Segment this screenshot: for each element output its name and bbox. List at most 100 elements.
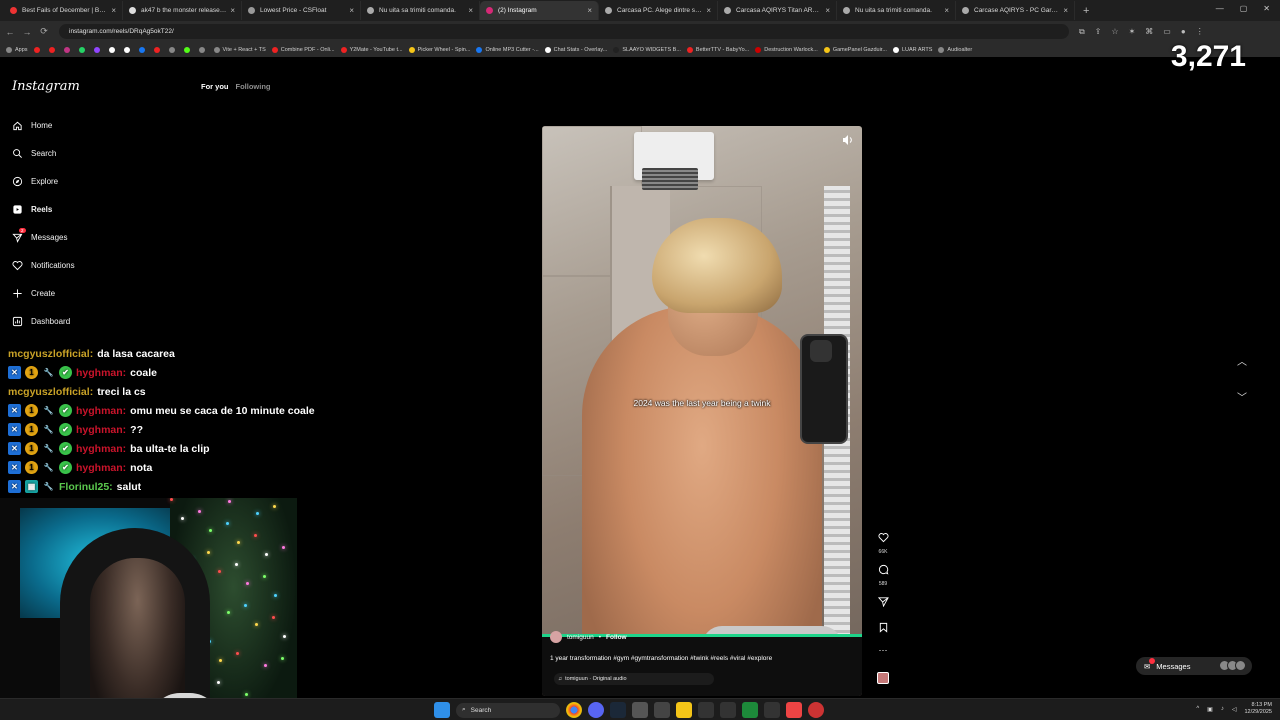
steam-icon[interactable] bbox=[610, 702, 626, 718]
author-avatar[interactable] bbox=[550, 631, 562, 643]
bookmark-item[interactable] bbox=[78, 46, 88, 53]
browser-tab[interactable]: Nu uita sa trimiti comanda. × bbox=[361, 1, 480, 20]
windows-start-icon[interactable] bbox=[434, 702, 450, 718]
install-icon[interactable]: ⧉ bbox=[1079, 27, 1085, 37]
close-icon[interactable]: × bbox=[468, 6, 473, 15]
back-icon[interactable]: ← bbox=[3, 27, 17, 37]
network-icon[interactable]: ▣ bbox=[1207, 706, 1213, 713]
share-icon[interactable]: ⇪ bbox=[1095, 27, 1102, 37]
close-icon[interactable]: × bbox=[230, 6, 235, 15]
menu-icon[interactable]: ⋮ bbox=[1196, 27, 1204, 37]
browser-tab[interactable]: Best Fails of December | Best o × bbox=[4, 1, 123, 20]
bookmark-item[interactable] bbox=[33, 46, 43, 53]
app-icon[interactable] bbox=[764, 702, 780, 718]
excel-icon[interactable] bbox=[742, 702, 758, 718]
bookmark-icon[interactable] bbox=[878, 622, 889, 633]
bookmark-item[interactable] bbox=[198, 46, 208, 53]
capcut-icon[interactable] bbox=[632, 702, 648, 718]
browser-tab[interactable]: ak47 b the monster release da × bbox=[123, 1, 242, 20]
chrome-icon[interactable] bbox=[566, 702, 582, 718]
browser-tab[interactable]: Lowest Price - CSFloat × bbox=[242, 1, 361, 20]
browser-tab[interactable]: Carcase AQIRYS - PC Garage × bbox=[956, 1, 1075, 20]
close-icon[interactable]: × bbox=[944, 6, 949, 15]
bookmark-item[interactable]: GamePanel Gazduir... bbox=[823, 46, 887, 53]
bookmark-item[interactable]: SLAAYO WIDGETS B... bbox=[613, 46, 681, 53]
share-action[interactable] bbox=[876, 594, 890, 612]
browser-tab[interactable]: Carcasa AQIRYS Titan ARGB W × bbox=[718, 1, 837, 20]
new-tab-icon[interactable]: + bbox=[1083, 5, 1089, 17]
bookmark-item[interactable] bbox=[48, 46, 58, 53]
reel-video[interactable]: 2024 was the last year being a twink tom… bbox=[542, 126, 862, 696]
send-icon[interactable] bbox=[877, 596, 889, 608]
bookmark-item[interactable]: Combine PDF - Onli... bbox=[271, 46, 335, 53]
bookmark-item[interactable]: Audioalter bbox=[938, 46, 972, 53]
chevron-up-icon[interactable]: ^ bbox=[1196, 706, 1199, 712]
author-name[interactable]: tomiguun bbox=[567, 634, 594, 641]
extension-icon[interactable]: ✶ bbox=[1129, 27, 1136, 37]
bookmark-item[interactable] bbox=[168, 46, 178, 53]
bookmark-item[interactable]: LUAR ARTS bbox=[892, 46, 932, 53]
url-field[interactable]: instagram.com/reels/DRqAg5okT22/ bbox=[59, 24, 1069, 39]
bookmark-item[interactable] bbox=[108, 46, 118, 53]
browser-tab[interactable]: Nu uita sa trimiti comanda. × bbox=[837, 1, 956, 20]
bookmark-item[interactable]: Picker Wheel - Spin... bbox=[408, 46, 470, 53]
reel-audio[interactable]: ♫ tomiguun · Original audio bbox=[554, 673, 714, 685]
mic-icon[interactable]: ♪ bbox=[1221, 706, 1224, 712]
follow-button[interactable]: Follow bbox=[606, 634, 627, 641]
reload-icon[interactable]: ⟳ bbox=[37, 26, 51, 37]
save-action[interactable] bbox=[876, 620, 890, 638]
bookmark-item[interactable] bbox=[93, 46, 103, 53]
bookmark-item[interactable]: Y2Mate - YouTube t... bbox=[340, 46, 403, 53]
bookmark-item[interactable] bbox=[63, 46, 73, 53]
maximize-icon[interactable]: ▢ bbox=[1240, 4, 1248, 13]
forward-icon[interactable]: → bbox=[20, 27, 34, 37]
sidebar-item-reels[interactable]: Reels bbox=[12, 204, 52, 215]
messages-pill[interactable]: ✉ Messages bbox=[1136, 657, 1252, 675]
terminal-icon[interactable] bbox=[654, 702, 670, 718]
browser-tab[interactable]: Carcasa PC. Alege dintre sute c × bbox=[599, 1, 718, 20]
minimize-icon[interactable]: — bbox=[1216, 4, 1224, 13]
tab-for-you[interactable]: For you bbox=[201, 82, 229, 91]
close-icon[interactable]: ✕ bbox=[1263, 4, 1270, 13]
app-icon[interactable] bbox=[698, 702, 714, 718]
bookmark-item[interactable]: Online MP3 Cutter -... bbox=[476, 46, 539, 53]
chevron-up-icon[interactable]: ︿ bbox=[1232, 350, 1252, 370]
sidebar-item-search[interactable]: Search bbox=[12, 148, 56, 159]
like-action[interactable]: 66K bbox=[876, 530, 890, 555]
instagram-logo[interactable]: Instagram bbox=[12, 79, 80, 94]
bookmark-item[interactable] bbox=[123, 46, 133, 53]
close-icon[interactable]: × bbox=[706, 6, 711, 15]
sidebar-item-explore[interactable]: Explore bbox=[12, 176, 58, 187]
heart-icon[interactable] bbox=[877, 532, 889, 543]
file-explorer-icon[interactable] bbox=[676, 702, 692, 718]
bookmark-item[interactable]: BetterTTV - BabyYo... bbox=[686, 46, 749, 53]
bookmark-item[interactable] bbox=[138, 46, 148, 53]
discord-icon[interactable] bbox=[588, 702, 604, 718]
bookmark-star-icon[interactable]: ☆ bbox=[1111, 27, 1118, 37]
bookmark-item[interactable]: Chat Stats - Overlay... bbox=[544, 46, 607, 53]
sidebar-icon[interactable]: ▭ bbox=[1163, 27, 1171, 37]
bookmark-item[interactable] bbox=[153, 46, 163, 53]
volume-icon[interactable]: ◁ bbox=[1232, 706, 1237, 713]
bookmark-item[interactable]: Apps bbox=[6, 46, 28, 53]
taskbar-search[interactable]: ⌕ Search bbox=[456, 702, 560, 718]
sidebar-item-create[interactable]: Create bbox=[12, 288, 55, 299]
brave-icon[interactable] bbox=[786, 702, 802, 718]
x-app-icon[interactable] bbox=[720, 702, 736, 718]
chevron-down-icon[interactable]: ﹀ bbox=[1232, 386, 1252, 406]
sidebar-item-messages[interactable]: 2 Messages bbox=[12, 228, 67, 243]
close-icon[interactable]: × bbox=[111, 6, 116, 15]
close-icon[interactable]: × bbox=[1063, 6, 1068, 15]
more-options-icon[interactable]: ⋯ bbox=[876, 645, 890, 656]
profile-icon[interactable]: ● bbox=[1181, 27, 1186, 37]
audio-thumbnail[interactable] bbox=[877, 672, 889, 684]
bookmark-item[interactable] bbox=[183, 46, 193, 53]
comment-action[interactable]: 589 bbox=[876, 562, 890, 587]
reel-caption[interactable]: 1 year transformation #gym #gymtransform… bbox=[550, 655, 772, 662]
comment-icon[interactable] bbox=[878, 564, 889, 575]
extensions-puzzle-icon[interactable]: ⌘ bbox=[1145, 27, 1153, 37]
volume-icon[interactable] bbox=[842, 134, 854, 146]
tab-following[interactable]: Following bbox=[236, 82, 271, 91]
bookmark-item[interactable]: Vite + React + TS bbox=[213, 46, 266, 53]
browser-tab[interactable]: (2) Instagram × bbox=[480, 1, 599, 20]
